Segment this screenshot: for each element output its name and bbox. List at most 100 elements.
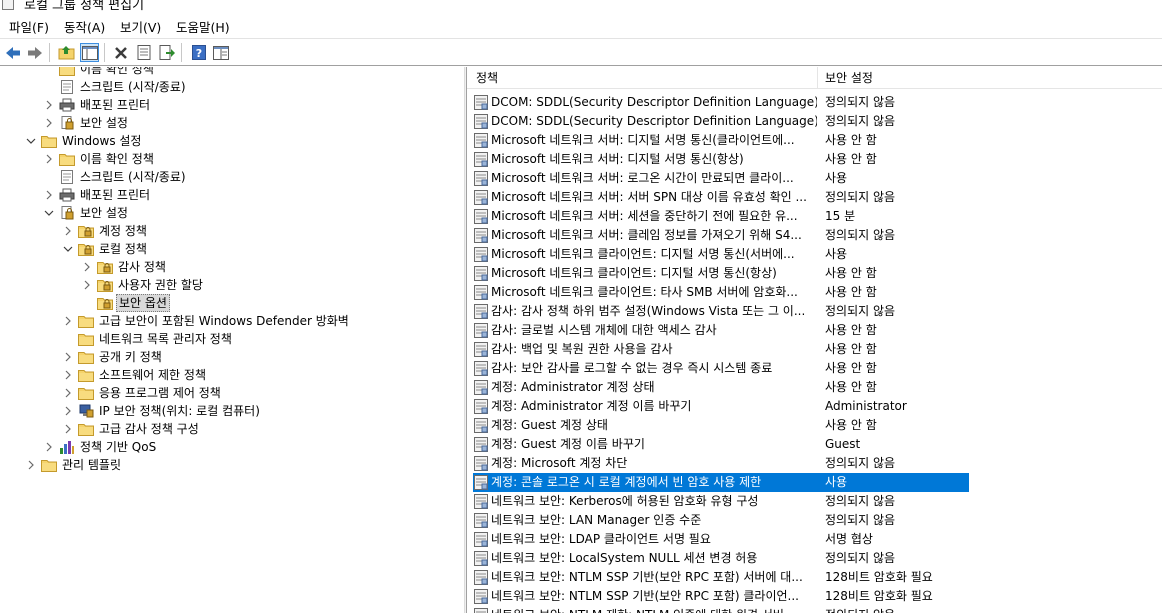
expand-chevron-icon[interactable] bbox=[63, 348, 73, 366]
tree-node[interactable]: 응용 프로그램 제어 정책 bbox=[0, 384, 464, 402]
tree-node-label[interactable]: 응용 프로그램 제어 정책 bbox=[97, 384, 223, 402]
collapse-chevron-icon[interactable] bbox=[63, 240, 73, 258]
tree-node[interactable]: 보안 설정 bbox=[0, 114, 464, 132]
expand-chevron-icon[interactable] bbox=[44, 114, 54, 132]
tree-node-label[interactable]: 계정 정책 bbox=[97, 222, 149, 240]
policy-row[interactable]: Microsoft 네트워크 클라이언트: 디지털 서명 통신(서버에... 사용 bbox=[467, 245, 1162, 264]
policy-row[interactable]: 계정: Guest 계정 이름 바꾸기 Guest bbox=[467, 435, 1162, 454]
console-tree[interactable]: 이름 확인 정책 스크립트 (시작/종료) 배포된 프린터 보안 설정 Windows … bbox=[0, 67, 464, 613]
tree-node-label[interactable]: 이름 확인 정책 bbox=[78, 67, 156, 78]
tree-node[interactable]: 스크립트 (시작/종료) bbox=[0, 78, 464, 96]
back-icon[interactable] bbox=[3, 43, 22, 62]
tree-node-label[interactable]: 고급 감사 정책 구성 bbox=[97, 420, 201, 438]
expand-chevron-icon[interactable] bbox=[63, 312, 73, 330]
tree-node-label[interactable]: 보안 옵션 bbox=[116, 294, 170, 312]
tree-node-label[interactable]: 로컬 정책 bbox=[97, 240, 149, 258]
expand-chevron-icon[interactable] bbox=[63, 384, 73, 402]
policy-row[interactable]: Microsoft 네트워크 서버: 디지털 서명 통신(항상) 사용 안 함 bbox=[467, 150, 1162, 169]
policy-row[interactable]: 네트워크 보안: LDAP 클라이언트 서명 필요 서명 협상 bbox=[467, 530, 1162, 549]
tree-node[interactable]: 고급 감사 정책 구성 bbox=[0, 420, 464, 438]
policy-row[interactable]: 네트워크 보안: NTLM SSP 기반(보안 RPC 포함) 서버에 대...… bbox=[467, 568, 1162, 587]
policy-row[interactable]: Microsoft 네트워크 서버: 로그온 시간이 만료되면 클라이... 사용 bbox=[467, 169, 1162, 188]
menu-view[interactable]: 보기(V) bbox=[120, 17, 161, 36]
policy-row[interactable]: 네트워크 보안: NTLM SSP 기반(보안 RPC 포함) 클라이언... 1… bbox=[467, 587, 1162, 606]
up-folder-icon[interactable] bbox=[57, 43, 76, 62]
tree-node[interactable]: Windows 설정 bbox=[0, 132, 464, 150]
expand-chevron-icon[interactable] bbox=[63, 222, 73, 240]
tree-node[interactable]: 배포된 프린터 bbox=[0, 186, 464, 204]
column-divider[interactable] bbox=[817, 67, 818, 89]
tree-node-label[interactable]: IP 보안 정책(위치: 로컬 컴퓨터) bbox=[97, 402, 262, 420]
tree-node-label[interactable]: Windows 설정 bbox=[60, 132, 143, 150]
tree-node-label[interactable]: 소프트웨어 제한 정책 bbox=[97, 366, 208, 384]
menu-help[interactable]: 도움말(H) bbox=[176, 17, 230, 36]
tree-node[interactable]: 사용자 권한 할당 bbox=[0, 276, 464, 294]
tree-node[interactable]: 네트워크 목록 관리자 정책 bbox=[0, 330, 464, 348]
collapse-chevron-icon[interactable] bbox=[26, 132, 36, 150]
expand-chevron-icon[interactable] bbox=[44, 96, 54, 114]
policy-row[interactable]: 계정: Administrator 계정 상태 사용 안 함 bbox=[467, 378, 1162, 397]
policy-row[interactable]: DCOM: SDDL(Security Descriptor Definitio… bbox=[467, 93, 1162, 112]
tree-node-label[interactable]: 이름 확인 정책 bbox=[78, 150, 156, 168]
expand-chevron-icon[interactable] bbox=[26, 456, 36, 474]
tree-node-label[interactable]: 고급 보안이 포함된 Windows Defender 방화벽 bbox=[97, 312, 351, 330]
tree-node[interactable]: 계정 정책 bbox=[0, 222, 464, 240]
policy-row[interactable]: 감사: 감사 정책 하위 범주 설정(Windows Vista 또는 그 이.… bbox=[467, 302, 1162, 321]
show-hide-tree-icon[interactable] bbox=[80, 43, 99, 62]
policy-row[interactable]: DCOM: SDDL(Security Descriptor Definitio… bbox=[467, 112, 1162, 131]
expand-chevron-icon[interactable] bbox=[63, 402, 73, 420]
policy-row[interactable]: 계정: Microsoft 계정 차단 정의되지 않음 bbox=[467, 454, 1162, 473]
expand-chevron-icon[interactable] bbox=[44, 438, 54, 456]
help-icon[interactable]: ? bbox=[189, 43, 208, 62]
tree-node-label[interactable]: 네트워크 목록 관리자 정책 bbox=[97, 330, 234, 348]
delete-icon[interactable] bbox=[111, 43, 130, 62]
policy-row[interactable]: 계정: 콘솔 로그온 시 로컬 계정에서 빈 암호 사용 제한 사용 bbox=[467, 473, 1162, 492]
properties-icon[interactable] bbox=[134, 43, 153, 62]
menu-file[interactable]: 파일(F) bbox=[9, 17, 49, 36]
tree-node[interactable]: 이름 확인 정책 bbox=[0, 150, 464, 168]
tree-node-label[interactable]: 사용자 권한 할당 bbox=[116, 276, 205, 294]
policy-row[interactable]: Microsoft 네트워크 서버: 클레임 정보를 가져오기 위해 S4...… bbox=[467, 226, 1162, 245]
tree-node[interactable]: 소프트웨어 제한 정책 bbox=[0, 366, 464, 384]
tree-node[interactable]: 로컬 정책 bbox=[0, 240, 464, 258]
tree-node[interactable]: 배포된 프린터 bbox=[0, 96, 464, 114]
policy-row[interactable]: 계정: Administrator 계정 이름 바꾸기 Administrator bbox=[467, 397, 1162, 416]
tree-node[interactable]: 공개 키 정책 bbox=[0, 348, 464, 366]
policy-row[interactable]: 네트워크 보안: LAN Manager 인증 수준 정의되지 않음 bbox=[467, 511, 1162, 530]
tree-node[interactable]: 관리 템플릿 bbox=[0, 456, 464, 474]
expand-chevron-icon[interactable] bbox=[82, 276, 92, 294]
tree-node-label[interactable]: 배포된 프린터 bbox=[78, 186, 152, 204]
tree-node[interactable]: 보안 옵션 bbox=[0, 294, 464, 312]
expand-chevron-icon[interactable] bbox=[44, 150, 54, 168]
policy-row[interactable]: 감사: 보안 감사를 로그할 수 없는 경우 즉시 시스템 종료 사용 안 함 bbox=[467, 359, 1162, 378]
policy-row[interactable]: Microsoft 네트워크 클라이언트: 디지털 서명 통신(항상) 사용 안 … bbox=[467, 264, 1162, 283]
tree-node-label[interactable]: 배포된 프린터 bbox=[78, 96, 152, 114]
policy-row[interactable]: 네트워크 보안: Kerberos에 허용된 암호화 유형 구성 정의되지 않음 bbox=[467, 492, 1162, 511]
column-header-setting[interactable]: 보안 설정 bbox=[825, 67, 873, 89]
extended-view-icon[interactable] bbox=[211, 43, 230, 62]
column-header-policy[interactable]: 정책 bbox=[476, 67, 498, 89]
policy-row[interactable]: 계정: Guest 계정 상태 사용 안 함 bbox=[467, 416, 1162, 435]
tree-node-label[interactable]: 관리 템플릿 bbox=[60, 456, 123, 474]
collapse-chevron-icon[interactable] bbox=[44, 204, 54, 222]
details-pane[interactable]: 정책 ⌃ 보안 설정 DCOM: SDDL(Security Descripto… bbox=[467, 67, 1162, 613]
tree-node-label[interactable]: 공개 키 정책 bbox=[97, 348, 164, 366]
tree-node-label[interactable]: 감사 정책 bbox=[116, 258, 168, 276]
tree-node[interactable]: 보안 설정 bbox=[0, 204, 464, 222]
expand-chevron-icon[interactable] bbox=[63, 420, 73, 438]
policy-row[interactable]: 감사: 글로벌 시스템 개체에 대한 액세스 감사 사용 안 함 bbox=[467, 321, 1162, 340]
tree-node-label[interactable]: 보안 설정 bbox=[78, 204, 130, 222]
tree-node[interactable]: 이름 확인 정책 bbox=[0, 67, 464, 78]
policy-row[interactable]: Microsoft 네트워크 클라이언트: 타사 SMB 서버에 암호화... 사… bbox=[467, 283, 1162, 302]
tree-node-label[interactable]: 정책 기반 QoS bbox=[78, 438, 158, 456]
tree-node-label[interactable]: 보안 설정 bbox=[78, 114, 130, 132]
tree-node[interactable]: 정책 기반 QoS bbox=[0, 438, 464, 456]
tree-node-label[interactable]: 스크립트 (시작/종료) bbox=[78, 78, 188, 96]
policy-row[interactable]: 감사: 백업 및 복원 권한 사용을 감사 사용 안 함 bbox=[467, 340, 1162, 359]
policy-row[interactable]: 네트워크 보안: LocalSystem NULL 세션 변경 허용 정의되지 않… bbox=[467, 549, 1162, 568]
tree-node-label[interactable]: 스크립트 (시작/종료) bbox=[78, 168, 188, 186]
forward-icon[interactable] bbox=[25, 43, 44, 62]
policy-row[interactable]: 네트워크 보안: NTLM 제한: NTLM 인증에 대한 원격 서버... 정의… bbox=[467, 606, 1162, 613]
policy-row[interactable]: Microsoft 네트워크 서버: 세션을 중단하기 전에 필요한 유... 1… bbox=[467, 207, 1162, 226]
tree-node[interactable]: IP 보안 정책(위치: 로컬 컴퓨터) bbox=[0, 402, 464, 420]
